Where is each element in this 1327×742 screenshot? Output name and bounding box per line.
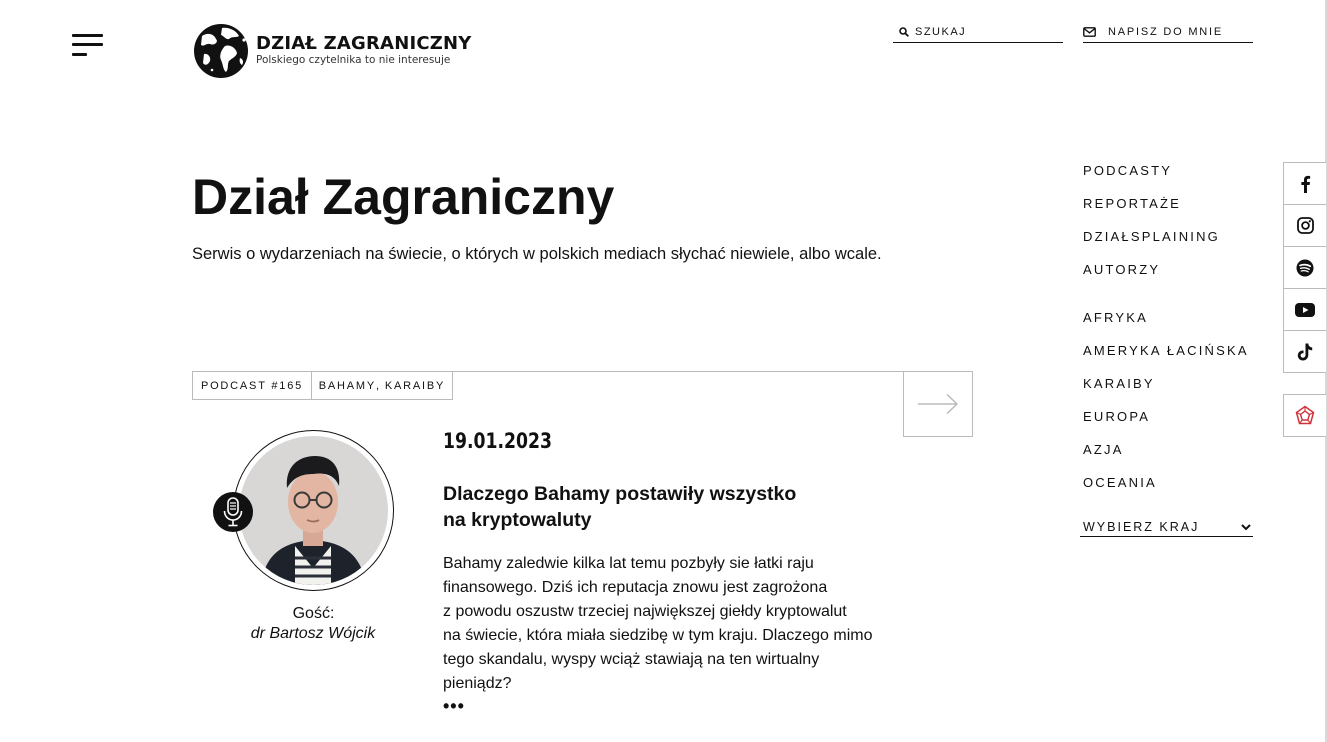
nav-item-dzialsplaining[interactable]: DZIAŁSPLAINING [1083,229,1220,244]
guest-name: dr Bartosz Wójcik [250,625,376,642]
excerpt-line: pieniądz? [443,675,512,692]
logo-tagline: Polskiego czytelnika to nie interesuje [256,54,451,66]
nav-item-reportaze[interactable]: REPORTAŻE [1083,196,1181,211]
nav-item-azja[interactable]: AZJA [1083,442,1124,457]
social-facebook[interactable] [1283,162,1326,205]
social-youtube[interactable] [1283,288,1326,331]
excerpt-line: tego skandalu, wyspy wciąż stawiają na t… [443,651,820,668]
search-input[interactable] [915,26,1055,38]
write-to-me-label: NAPISZ DO MNIE [1108,26,1224,38]
guest-avatar [239,436,388,585]
excerpt-line: Bahamy zaledwie kilka lat temu pozbyły s… [443,555,814,572]
social-spotify[interactable] [1283,246,1326,289]
menu-hamburger-icon[interactable] [72,34,104,58]
nav-item-oceania[interactable]: OCEANIA [1083,475,1157,490]
category-link-bahamy[interactable]: BAHAMY [319,380,376,392]
write-to-me-link[interactable]: NAPISZ DO MNIE [1083,22,1253,43]
category-link-karaiby[interactable]: KARAIBY [385,380,445,392]
post-excerpt: Bahamy zaledwie kilka lat temu pozbyły s… [443,552,903,696]
guest-label: Gość: [292,605,335,622]
nav-item-podcasty[interactable]: PODCASTY [1083,163,1172,178]
podcast-number: PODCAST #165 [200,379,304,392]
category-tags: BAHAMY, KARAIBY [311,371,453,400]
nav-item-autorzy[interactable]: AUTORZY [1083,262,1160,277]
tiktok-icon [1297,343,1313,360]
social-patronite[interactable] [1283,394,1326,437]
podcast-number-badge[interactable]: PODCAST #165 [192,371,312,400]
page-subtitle: Serwis o wydarzeniach na świecie, o któr… [192,245,882,263]
post-title[interactable]: Dlaczego Bahamy postawiły wszystko na kr… [443,481,863,533]
youtube-icon [1295,302,1315,317]
instagram-icon [1296,217,1314,234]
arrow-right-icon [918,393,959,415]
social-instagram[interactable] [1283,204,1326,247]
page-title: Dział Zagraniczny [192,169,615,225]
post-title-line: na kryptowaluty [443,509,592,531]
nav-item-ameryka-lacinska[interactable]: AMERYKA ŁACIŃSKA [1083,343,1249,358]
podcast-mic-badge [213,492,253,532]
spotify-icon [1296,259,1314,276]
chevron-down-icon [1241,523,1251,530]
site-logo[interactable]: DZIAŁ ZAGRANICZNY Polskiego czytelnika t… [192,22,471,80]
read-more-button[interactable]: ••• [443,696,465,717]
social-tiktok[interactable] [1283,330,1326,373]
logo-title: DZIAŁ ZAGRANICZNY [256,33,472,54]
excerpt-line: z powodu oszustw trzeciej największej gi… [443,603,847,620]
hamburger-line [72,43,103,46]
patronite-icon [1295,405,1315,424]
country-select-value: WYBIERZ KRAJ [1083,520,1200,534]
search-icon [899,27,909,37]
microphone-icon [223,497,243,527]
search-field[interactable] [893,22,1063,43]
globe-icon [194,24,248,78]
nav-item-karaiby[interactable]: KARAIBY [1083,376,1155,391]
facebook-icon [1300,175,1310,193]
envelope-icon [1083,27,1096,37]
category-separator: , [376,379,381,392]
next-post-button[interactable] [903,371,973,437]
post-date: 19.01.2023 [443,429,552,453]
post-title-line: Dlaczego Bahamy postawiły wszystko [443,483,797,505]
hamburger-line [72,34,103,37]
excerpt-line: na świecie, która miała siedzibę w tym k… [443,627,873,644]
hamburger-line [72,53,87,56]
nav-item-afryka[interactable]: AFRYKA [1083,310,1148,325]
excerpt-line: finansowego. Dziś ich reputacja znowu je… [443,579,828,596]
country-select[interactable]: WYBIERZ KRAJ [1080,518,1253,537]
nav-item-europa[interactable]: EUROPA [1083,409,1150,424]
